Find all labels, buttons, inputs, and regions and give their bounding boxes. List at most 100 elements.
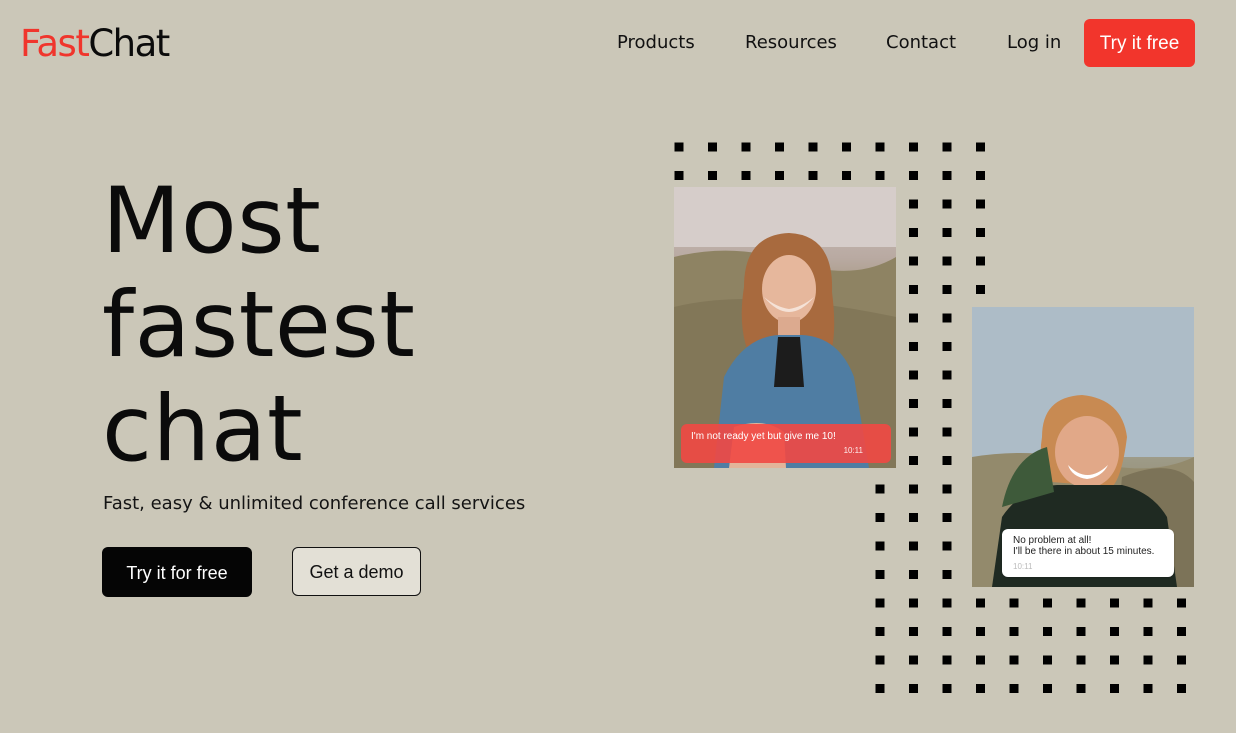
decorative-dot (1076, 655, 1086, 665)
chat-timestamp: 10:11 (843, 446, 863, 455)
decorative-dot (942, 513, 952, 522)
chat-bubble-reply: No problem at all! I'll be there in abou… (1002, 529, 1174, 577)
decorative-dot (942, 199, 952, 209)
decorative-dot (808, 171, 818, 180)
decorative-dot (942, 313, 952, 323)
decorative-dot (909, 285, 918, 294)
decorative-dot (1177, 598, 1186, 608)
decorative-dot (1143, 627, 1153, 636)
decorative-dot (976, 627, 985, 636)
chat-message-line-1: No problem at all! (1013, 535, 1092, 546)
decorative-dot (909, 456, 918, 465)
chat-message: No problem at all! I'll be there in abou… (1013, 535, 1154, 557)
decorative-dot (909, 598, 918, 608)
decorative-dot (909, 399, 918, 408)
decorative-dot (976, 285, 985, 294)
decorative-dot (1043, 684, 1052, 693)
decorative-dot (1076, 598, 1086, 608)
decorative-dot (942, 655, 952, 665)
decorative-dot (942, 142, 952, 152)
decorative-dot (875, 171, 885, 180)
decorative-dot (909, 627, 918, 636)
decorative-dot (674, 142, 684, 152)
decorative-dot (1177, 684, 1186, 693)
decorative-dot (976, 684, 985, 693)
decorative-dot (909, 228, 918, 237)
chat-message: I'm not ready yet but give me 10! (691, 431, 836, 442)
decorative-dot (909, 342, 918, 351)
decorative-dot (1177, 627, 1186, 636)
decorative-dot (909, 370, 918, 380)
decorative-dot (775, 171, 784, 180)
decorative-dot (1110, 655, 1119, 665)
decorative-dot (1143, 598, 1153, 608)
decorative-dot (976, 655, 985, 665)
decorative-dot (942, 228, 952, 237)
decorative-dot (808, 142, 818, 152)
decorative-dot (875, 655, 885, 665)
decorative-dot (1110, 598, 1119, 608)
decorative-dot (976, 598, 985, 608)
decorative-dot (1009, 684, 1019, 693)
decorative-dot (1143, 655, 1153, 665)
chat-bubble-incoming: I'm not ready yet but give me 10! 10:11 (681, 424, 891, 463)
decorative-dot (976, 199, 985, 209)
decorative-dot (942, 541, 952, 551)
decorative-dot (909, 655, 918, 665)
decorative-dot (875, 570, 885, 579)
decorative-dot (942, 256, 952, 266)
decorative-dot (875, 541, 885, 551)
decorative-dot (942, 627, 952, 636)
decorative-dot (942, 285, 952, 294)
decorative-dot (708, 142, 717, 152)
decorative-dot (875, 598, 885, 608)
decorative-dot (909, 570, 918, 579)
decorative-dot (1043, 655, 1052, 665)
chat-timestamp: 10:11 (1013, 562, 1033, 571)
decorative-dot (909, 313, 918, 323)
decorative-dot (909, 256, 918, 266)
decorative-dot (1009, 655, 1019, 665)
decorative-dot (942, 370, 952, 380)
decorative-dot (1110, 627, 1119, 636)
decorative-dot (1009, 627, 1019, 636)
decorative-dot (942, 684, 952, 693)
decorative-dot (1110, 684, 1119, 693)
decorative-dot (1009, 598, 1019, 608)
decorative-dot (1076, 684, 1086, 693)
decorative-dot (775, 142, 784, 152)
decorative-dot (909, 513, 918, 522)
decorative-dot (909, 171, 918, 180)
chat-message-line-2: I'll be there in about 15 minutes. (1013, 546, 1155, 557)
decorative-dot (674, 171, 684, 180)
decorative-dot (976, 142, 985, 152)
decorative-dot (976, 171, 985, 180)
decorative-dot (842, 142, 851, 152)
decorative-dot (942, 171, 952, 180)
decorative-dot (942, 484, 952, 494)
decorative-dot (708, 171, 717, 180)
decorative-dot (875, 484, 885, 494)
decorative-dot (909, 427, 918, 437)
decorative-dot (942, 598, 952, 608)
decorative-dot (909, 484, 918, 494)
decorative-dot (942, 427, 952, 437)
decorative-dot (976, 256, 985, 266)
decorative-dot (1043, 627, 1052, 636)
decorative-dot (909, 541, 918, 551)
decorative-dot (875, 142, 885, 152)
decorative-dot (909, 684, 918, 693)
decorative-dot (875, 684, 885, 693)
decorative-dot (1076, 627, 1086, 636)
decorative-dot (942, 570, 952, 579)
decorative-dot (1177, 655, 1186, 665)
decorative-dot (842, 171, 851, 180)
decorative-dot (875, 513, 885, 522)
decorative-dot (741, 142, 751, 152)
decorative-dot (1143, 684, 1153, 693)
decorative-dot (942, 456, 952, 465)
decorative-dot (1043, 598, 1052, 608)
decorative-dot (942, 399, 952, 408)
decorative-dot (875, 627, 885, 636)
decorative-dot (942, 342, 952, 351)
